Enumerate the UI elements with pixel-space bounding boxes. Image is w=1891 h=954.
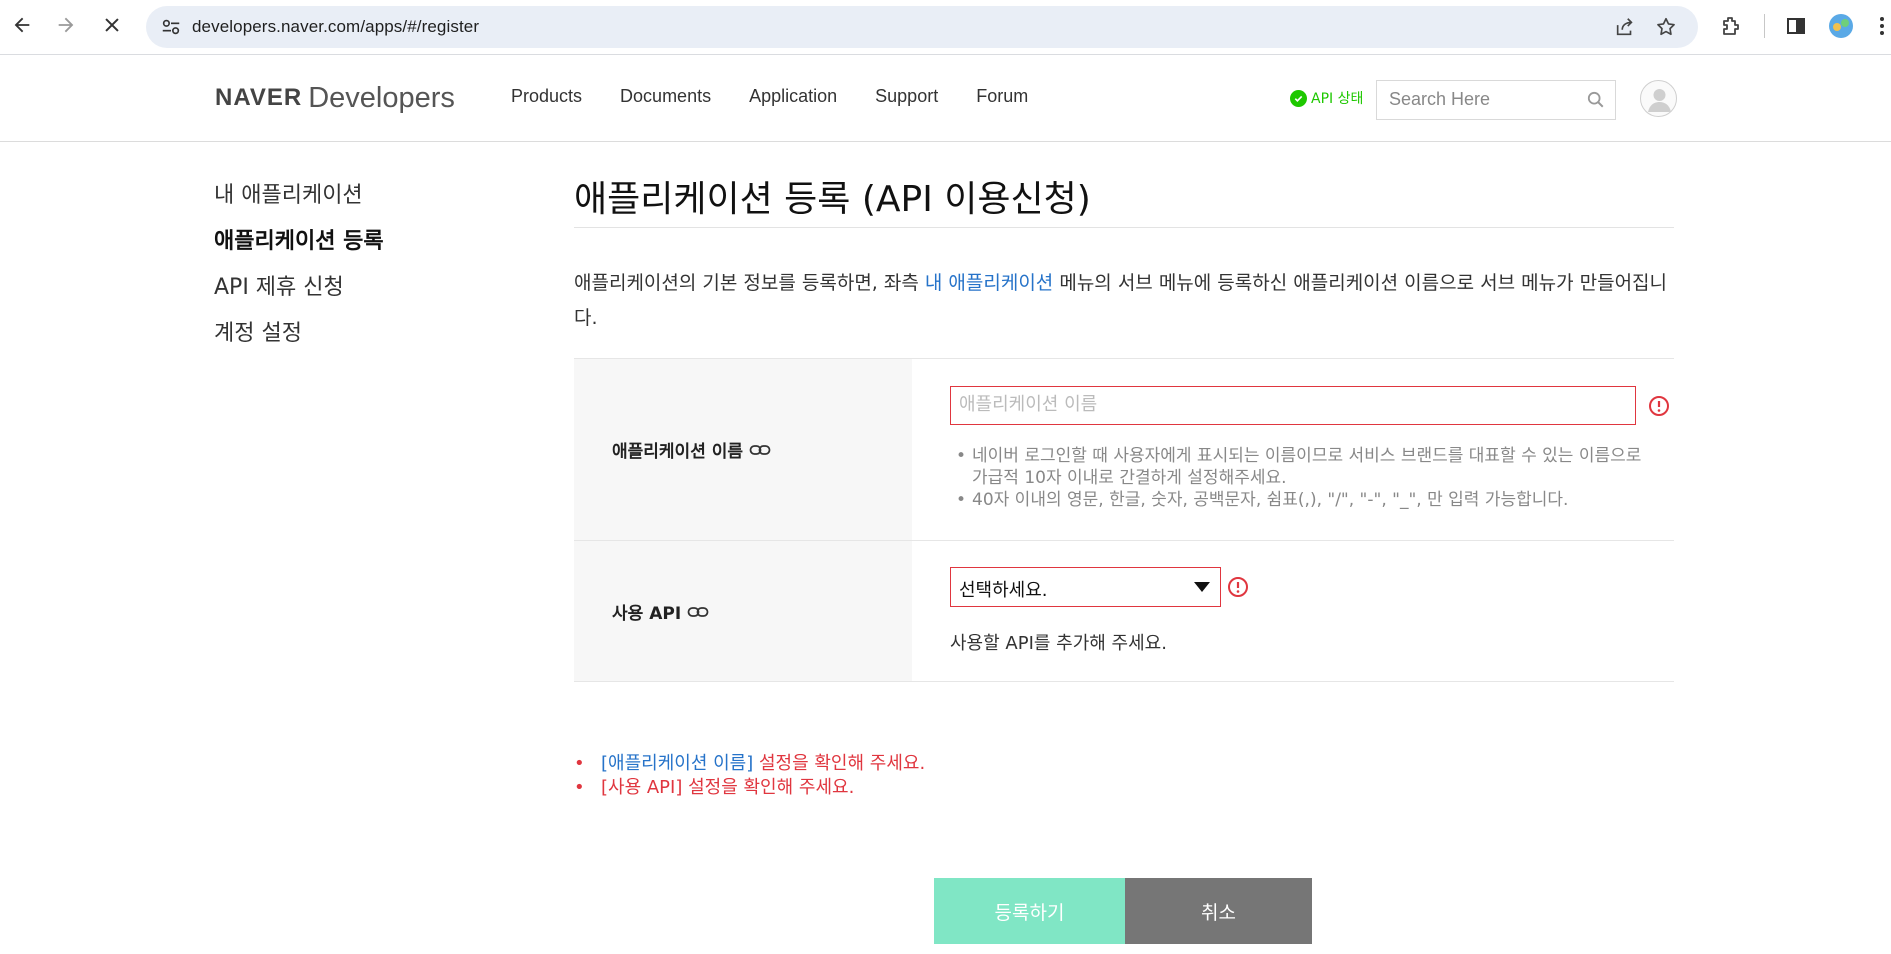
api-select-value: 선택하세요.: [959, 580, 1048, 601]
back-icon[interactable]: [9, 12, 35, 38]
logo-brand: NAVER: [215, 84, 303, 111]
forward-icon[interactable]: [53, 12, 79, 38]
help-item: 네이버 로그인할 때 사용자에게 표시되는 이름이므로 서비스 브랜드를 대표할…: [954, 445, 1654, 489]
app-name-input[interactable]: [959, 394, 1619, 415]
form-row-app-name: 애플리케이션 이름 네이버 로그인할 때 사용자에게 표시되는 이름이므로 서비…: [574, 359, 1674, 541]
caret-down-icon: [1194, 582, 1210, 592]
search-input[interactable]: [1389, 89, 1579, 110]
registration-form: 애플리케이션 이름 네이버 로그인할 때 사용자에게 표시되는 이름이므로 서비…: [574, 358, 1674, 682]
nav-documents[interactable]: Documents: [620, 86, 711, 107]
form-label-cell: 사용 API: [574, 541, 912, 681]
form-row-api: 사용 API 선택하세요. 사용할 API를 추가해 주세요.: [574, 541, 1674, 682]
sidebar: 내 애플리케이션 애플리케이션 등록 API 제휴 신청 계정 설정: [214, 180, 384, 364]
site-search: [1376, 80, 1616, 120]
side-panel-icon[interactable]: [1784, 14, 1808, 38]
api-label: 사용 API: [612, 599, 709, 624]
user-silhouette-icon: [1648, 89, 1671, 112]
toolbar-divider: [1764, 14, 1765, 38]
error-item: [애플리케이션 이름] 설정을 확인해 주세요.: [574, 752, 925, 776]
stop-loading-icon[interactable]: [99, 12, 125, 38]
naver-developers-logo[interactable]: NAVER Developers: [215, 82, 455, 115]
error-field-link[interactable]: [애플리케이션 이름]: [601, 753, 753, 774]
address-bar[interactable]: developers.naver.com/apps/#/register: [146, 6, 1698, 48]
browser-toolbar: developers.naver.com/apps/#/register: [0, 0, 1891, 55]
global-nav: Products Documents Application Support F…: [511, 86, 1028, 107]
sidebar-item-api-partnership[interactable]: API 제휴 신청: [214, 272, 384, 318]
intro-text: 애플리케이션의 기본 정보를 등록하면, 좌측 내 애플리케이션 메뉴의 서브 …: [574, 266, 1674, 336]
check-circle-icon: [1290, 89, 1307, 107]
cancel-button[interactable]: 취소: [1125, 878, 1312, 944]
sidebar-item-my-apps[interactable]: 내 애플리케이션: [214, 180, 384, 226]
error-message: 설정을 확인해 주세요.: [753, 753, 926, 774]
site-header: NAVER Developers Products Documents Appli…: [0, 56, 1891, 142]
help-item: 40자 이내의 영문, 한글, 숫자, 공백문자, 쉼표(,), "/", "-…: [954, 489, 1654, 511]
error-field-link[interactable]: [사용 API]: [601, 777, 682, 798]
form-label-cell: 애플리케이션 이름: [574, 359, 912, 540]
intro-before: 애플리케이션의 기본 정보를 등록하면, 좌측: [574, 272, 925, 294]
error-message: 설정을 확인해 주세요.: [682, 777, 855, 798]
search-icon[interactable]: [1587, 91, 1605, 109]
app-name-label: 애플리케이션 이름: [612, 437, 771, 462]
my-apps-link[interactable]: 내 애플리케이션: [925, 272, 1053, 294]
bookmark-star-icon[interactable]: [1655, 16, 1677, 38]
register-button[interactable]: 등록하기: [934, 878, 1125, 944]
nav-products[interactable]: Products: [511, 86, 582, 107]
app-name-label-text: 애플리케이션 이름: [612, 442, 744, 462]
site-settings-icon[interactable]: [160, 16, 182, 38]
page-title: 애플리케이션 등록 (API 이용신청): [574, 179, 1091, 220]
link-icon[interactable]: [687, 605, 709, 619]
nav-support[interactable]: Support: [875, 86, 938, 107]
share-icon[interactable]: [1614, 16, 1636, 38]
app-name-field: [950, 386, 1636, 425]
menu-kebab-icon[interactable]: [1876, 14, 1888, 38]
validation-errors: [애플리케이션 이름] 설정을 확인해 주세요. [사용 API] 설정을 확인…: [574, 752, 925, 800]
user-avatar[interactable]: [1640, 80, 1677, 117]
nav-application[interactable]: Application: [749, 86, 837, 107]
link-icon[interactable]: [749, 443, 771, 457]
main-content: 애플리케이션 등록 (API 이용신청) 애플리케이션의 기본 정보를 등록하면…: [574, 170, 1674, 944]
api-label-text: 사용 API: [612, 604, 682, 624]
form-actions: 등록하기 취소: [934, 878, 1312, 944]
error-alert-icon: [1228, 577, 1248, 597]
api-select[interactable]: 선택하세요.: [950, 567, 1221, 607]
extensions-icon[interactable]: [1719, 14, 1743, 38]
nav-forum[interactable]: Forum: [976, 86, 1028, 107]
profile-avatar-icon[interactable]: [1828, 13, 1854, 39]
api-hint: 사용할 API를 추가해 주세요.: [950, 633, 1167, 654]
url-text[interactable]: developers.naver.com/apps/#/register: [192, 17, 479, 37]
sidebar-item-account-settings[interactable]: 계정 설정: [214, 318, 384, 364]
error-alert-icon: [1649, 396, 1669, 416]
error-item: [사용 API] 설정을 확인해 주세요.: [574, 776, 925, 800]
api-status-label: API 상태: [1311, 91, 1364, 107]
sidebar-item-register-app[interactable]: 애플리케이션 등록: [214, 226, 384, 272]
logo-product: Developers: [308, 82, 455, 114]
app-name-help: 네이버 로그인할 때 사용자에게 표시되는 이름이므로 서비스 브랜드를 대표할…: [954, 445, 1654, 511]
api-status-link[interactable]: API 상태: [1290, 88, 1363, 108]
title-divider: [574, 227, 1674, 228]
